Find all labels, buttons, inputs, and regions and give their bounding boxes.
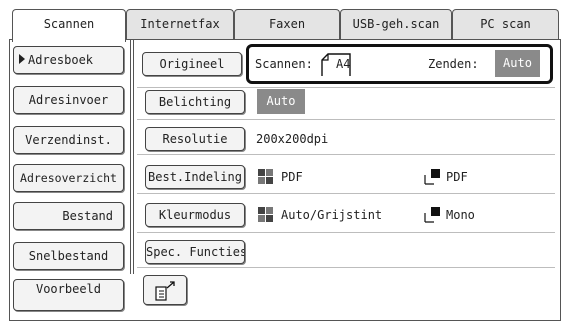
exposure-auto-badge: Auto (257, 89, 305, 114)
mono-mode-icon (424, 207, 440, 223)
sidebar-item-bestand[interactable]: Bestand (13, 202, 124, 230)
color-mode-mono-value: Mono (446, 208, 475, 222)
sidebar-item-label: Adresboek (28, 53, 94, 67)
sidebar-item-label: Bestand (62, 209, 113, 223)
sidebar-item-label: Voorbeeld (35, 282, 102, 296)
row-divider (137, 87, 555, 88)
color-mode-color-value: Auto/Grijstint (281, 208, 383, 222)
document-export-icon (155, 281, 175, 301)
sidebar-item-label: Verzendinst. (25, 133, 112, 147)
sidebar-item-adresoverzicht[interactable]: Adresoverzicht (13, 164, 124, 192)
belichting-button[interactable]: Belichting (145, 90, 245, 114)
button-label: Origineel (159, 57, 225, 71)
sidebar-item-adresinvoer[interactable]: Adresinvoer (13, 86, 124, 114)
color-mode-icon (258, 169, 273, 184)
original-summary-frame (246, 44, 553, 84)
tab-scannen[interactable]: Scannen (12, 9, 126, 42)
spec-functies-button[interactable]: Spec. Functies (145, 240, 245, 264)
button-label: Best.Indeling (148, 170, 242, 184)
row-divider (137, 119, 555, 120)
divider (130, 39, 131, 274)
button-label: Kleurmodus (158, 208, 232, 222)
kleurmodus-button[interactable]: Kleurmodus (145, 203, 245, 227)
color-mode-icon (258, 207, 273, 222)
file-format-mono-value: PDF (446, 170, 468, 184)
tab-label: Internetfax (140, 17, 220, 31)
origineel-button[interactable]: Origineel (142, 52, 242, 76)
sidebar-item-voorbeeld[interactable]: Voorbeeld (13, 279, 124, 311)
tab-pc-scan[interactable]: PC scan (452, 9, 559, 40)
sidebar-item-verzendinst[interactable]: Verzendinst. (13, 126, 124, 154)
divider (133, 39, 134, 274)
button-label: Spec. Functies (146, 245, 245, 259)
sidebar-item-label: Adresinvoer (28, 93, 109, 107)
selected-arrow-icon (19, 54, 25, 64)
mono-mode-icon (424, 169, 440, 185)
sidebar-item-label: Snelbestand (28, 249, 109, 263)
sidebar-item-adresboek[interactable]: Adresboek (13, 46, 124, 74)
row-divider (137, 154, 555, 155)
tab-faxen[interactable]: Faxen (234, 9, 340, 40)
button-label: Resolutie (162, 132, 228, 146)
sidebar-item-label: Adresoverzicht (20, 171, 117, 185)
sidebar-item-snelbestand[interactable]: Snelbestand (13, 242, 124, 270)
tab-usb-scan[interactable]: USB-geh.scan (340, 9, 452, 40)
row-divider (137, 267, 555, 268)
file-format-color-value: PDF (281, 170, 303, 184)
bestandsindeling-button[interactable]: Best.Indeling (145, 165, 245, 189)
resolutie-button[interactable]: Resolutie (145, 127, 245, 151)
special-mode-icon-button[interactable] (143, 275, 187, 305)
tab-label: PC scan (480, 17, 531, 31)
tab-label: USB-geh.scan (352, 17, 440, 31)
tab-label: Faxen (268, 17, 306, 31)
row-divider (137, 193, 555, 194)
button-label: Belichting (158, 95, 232, 109)
row-divider (137, 232, 555, 233)
tab-internetfax[interactable]: Internetfax (126, 9, 234, 40)
resolution-value: 200x200dpi (256, 132, 329, 146)
tab-label: Scannen (43, 17, 95, 31)
